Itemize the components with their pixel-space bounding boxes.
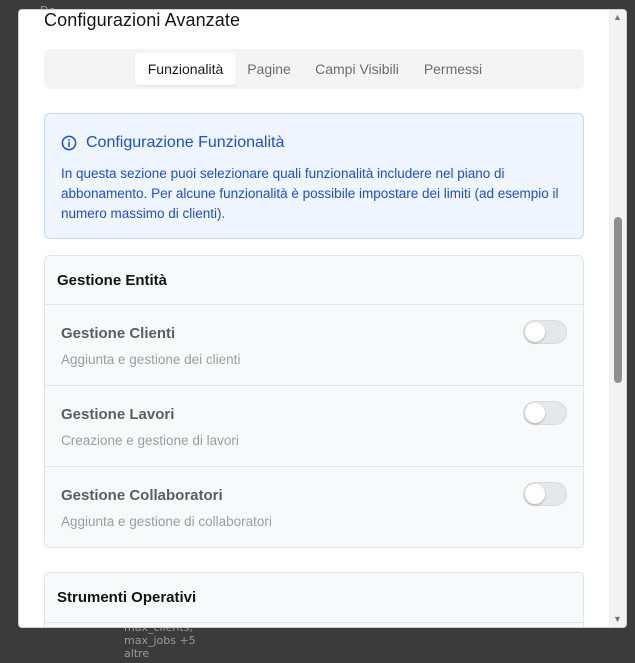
info-alert: Configurazione Funzionalità In questa se… [44,113,584,239]
toggle-gestione-lavori[interactable] [523,401,567,425]
feature-description: Aggiunta e gestione dei clienti [61,352,241,367]
toggle-knob [525,403,545,423]
tab-campi-visibili[interactable]: Campi Visibili [306,53,408,85]
feature-description: Creazione e gestione di lavori [61,433,239,448]
section-title: Gestione Entità [45,256,583,305]
scroll-up-arrow-icon[interactable]: ▲ [612,12,623,23]
section-title: Strumenti Operativi [45,573,583,623]
background-divider [315,626,545,636]
toggle-knob [525,322,545,342]
feature-row-gestione-lavori: Gestione Lavori Creazione e gestione di … [45,386,583,467]
advanced-settings-modal: Configurazioni Avanzate Funzionalità Pag… [19,10,626,627]
feature-name: Gestione Lavori [61,406,175,423]
scroll-thumb[interactable] [614,217,622,383]
modal-content: Configurazioni Avanzate Funzionalità Pag… [19,10,609,627]
feature-row-gestione-clienti: Gestione Clienti Aggiunta e gestione dei… [45,305,583,386]
info-title: Configurazione Funzionalità [86,134,285,151]
modal-title: Configurazioni Avanzate [44,10,241,30]
feature-name: Gestione Clienti [61,325,176,342]
tab-list: Funzionalità Pagine Campi Visibili Perme… [44,49,584,89]
info-circle-icon [61,135,77,151]
toggle-knob [525,484,545,504]
section-strumenti-operativi: Strumenti Operativi [44,572,584,627]
toggle-gestione-collaboratori[interactable] [523,482,567,506]
scrollbar[interactable]: ▲ ▼ [609,10,626,627]
feature-description: Aggiunta e gestione di collaboratori [61,514,272,529]
scroll-down-arrow-icon[interactable]: ▼ [612,614,623,625]
feature-row-gestione-collaboratori: Gestione Collaboratori Aggiunta e gestio… [45,467,583,547]
tab-permessi[interactable]: Permessi [416,53,490,85]
tab-funzionalita[interactable]: Funzionalità [135,53,236,85]
section-gestione-entita: Gestione Entità Gestione Clienti Aggiunt… [44,255,584,548]
info-description: In questa sezione puoi selezionare quali… [61,166,559,221]
tab-pagine[interactable]: Pagine [240,53,298,85]
toggle-gestione-clienti[interactable] [523,320,567,344]
feature-name: Gestione Collaboratori [61,487,223,504]
